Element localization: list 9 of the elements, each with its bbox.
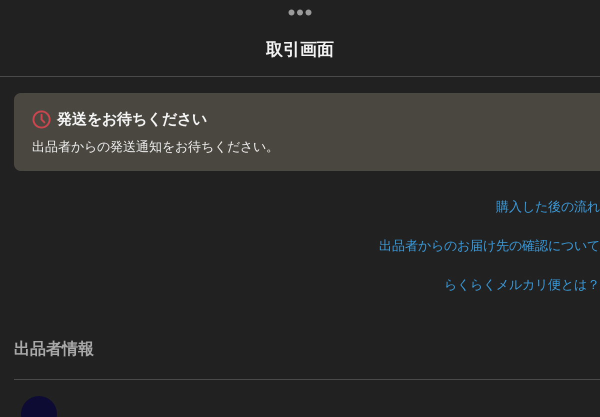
more-dots-icon[interactable] xyxy=(288,9,312,16)
status-title: 発送をお待ちください xyxy=(57,109,207,129)
help-link[interactable]: らくらくメルカリ便とは？ xyxy=(444,276,600,295)
screen-title: 取引画面 xyxy=(266,39,334,62)
clock-icon xyxy=(32,110,51,128)
status-message: 出品者からの発送通知をお待ちください。 xyxy=(32,139,280,157)
help-link[interactable]: 出品者からのお届け先の確認について xyxy=(379,237,600,256)
section-heading: 出品者情報 xyxy=(14,338,95,360)
help-link[interactable]: 購入した後の流れ xyxy=(496,198,600,217)
